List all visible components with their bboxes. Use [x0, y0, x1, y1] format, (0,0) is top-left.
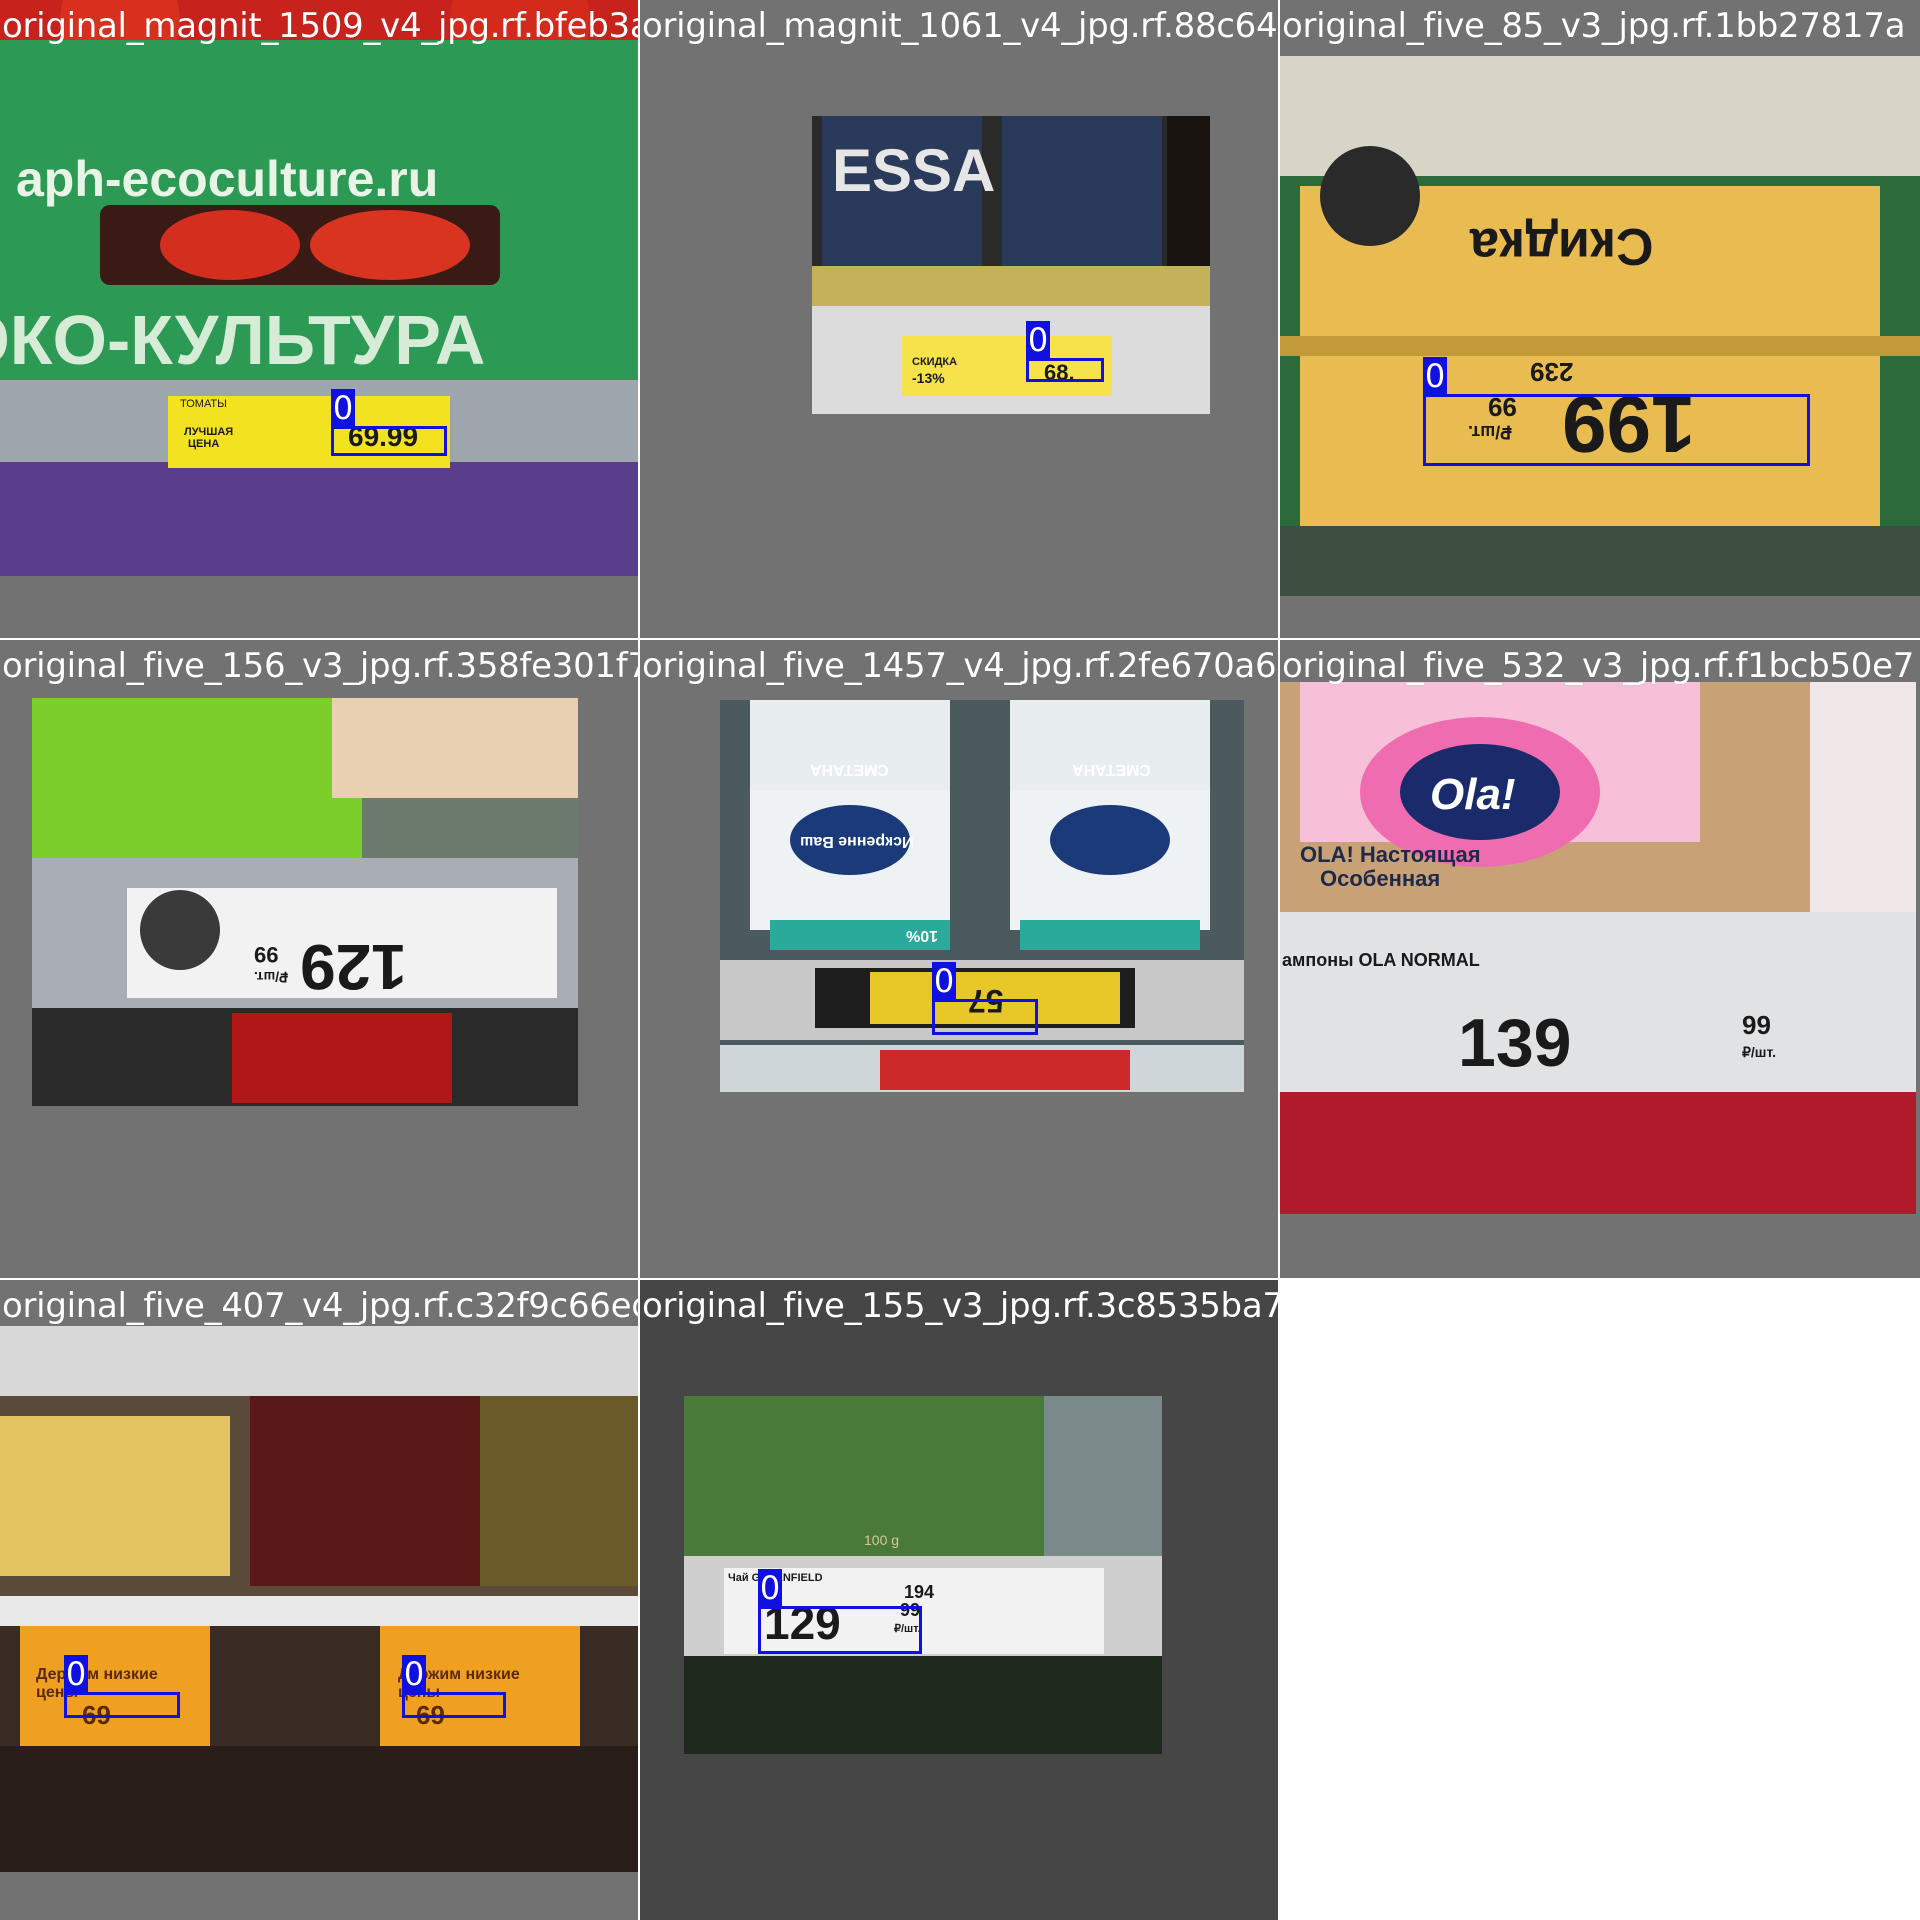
cents-text: 99 — [254, 942, 279, 967]
image-caption: original_magnit_1061_v4_jpg.rf.88c6427bc — [642, 6, 1278, 46]
class-label: 0 — [1423, 357, 1447, 395]
brand-text: aph-ecoculture.ru — [16, 151, 439, 207]
image-caption: original_five_155_v3_jpg.rf.3c8535ba7e9c — [642, 1286, 1278, 1326]
detection-box: 0 — [932, 962, 1038, 1035]
class-label: 0 — [758, 1569, 782, 1607]
price-text: 129 — [300, 931, 407, 1003]
detection-box: 0 — [1423, 357, 1810, 466]
class-label: 0 — [402, 1655, 426, 1693]
detection-box: 0 — [331, 389, 447, 456]
price-text: 139 — [1458, 1005, 1572, 1081]
photo-cheese-tag: Скидка 239 199 99 ₽/шт. — [1280, 56, 1920, 596]
class-label: 0 — [932, 962, 956, 1000]
tag-line-1: ЛУЧШАЯ — [184, 426, 234, 438]
unit-text: ₽/шт. — [254, 969, 288, 985]
product-text-a: СМЕТАНА — [810, 761, 889, 778]
image-caption: original_magnit_1509_v4_jpg.rf.bfeb3a3b — [2, 6, 638, 46]
detection-box-2: 0 — [402, 1655, 506, 1718]
tag-product-text: ТОМАТЫ — [180, 398, 227, 410]
tag-line-2: Особенная — [1320, 866, 1441, 891]
image-tile-3: Скидка 239 199 99 ₽/шт. 0 original_five_… — [1280, 0, 1920, 638]
brand-text-a: ESSA — [832, 137, 996, 204]
image-caption: original_five_407_v4_jpg.rf.c32f9c66ed9 — [2, 1286, 638, 1326]
discount-label: СКИДКА — [912, 356, 958, 368]
image-tile-2: ESSA СКИДКА -13% 68. 0 original_magnit_1… — [640, 0, 1278, 638]
image-caption: original_five_85_v3_jpg.rf.1bb27817a — [1282, 6, 1906, 46]
brand-text: Искренне Ваш — [800, 833, 914, 850]
eco-word-text: ЭКО-КУЛЬТУРА — [0, 301, 486, 379]
weight-text: 100 g — [864, 1532, 900, 1548]
photo-tomatoes: aph-ecoculture.ru ЭКО-КУЛЬТУРА ТОМАТЫ ЛУ… — [0, 0, 638, 576]
fat-text: 10% — [906, 927, 939, 944]
photo-ola-tag: Ola! OLA! Настоящая Особенная ампоны OLA… — [1280, 682, 1916, 1214]
image-tile-1: aph-ecoculture.ru ЭКО-КУЛЬТУРА ТОМАТЫ ЛУ… — [0, 0, 638, 638]
photo-tea-tag: 100 g Чай GREENFIELD 194 129 99 ₽/шт. — [684, 1396, 1162, 1754]
image-caption: original_five_156_v3_jpg.rf.358fe301f7 — [2, 646, 638, 686]
unit-text: ₽/шт. — [1742, 1044, 1776, 1060]
discount-value: -13% — [912, 370, 945, 386]
image-caption: original_five_1457_v4_jpg.rf.2fe670a6d — [642, 646, 1278, 686]
detection-box-1: 0 — [64, 1655, 180, 1718]
image-caption: original_five_532_v3_jpg.rf.f1bcb50e7 — [1282, 646, 1915, 686]
photo-lemonade-shelf: Держим низкие цены Держим низкие цены 69… — [0, 1326, 638, 1872]
cents-text: 99 — [1742, 1010, 1771, 1040]
detection-box: 0 — [1026, 321, 1104, 382]
banner-text: Скидка — [1470, 217, 1654, 275]
image-tile-6: Ola! OLA! Настоящая Особенная ампоны OLA… — [1280, 640, 1920, 1278]
image-tile-5: СМЕТАНА СМЕТАНА 10% Искренне Ваш 57 0 or… — [640, 640, 1278, 1278]
photo-snacks-tag: 99 129 ₽/шт. — [32, 698, 578, 1106]
image-tile-4: 99 129 ₽/шт. 0 original_five_156_v3_jpg.… — [0, 640, 638, 1278]
image-mosaic: aph-ecoculture.ru ЭКО-КУЛЬТУРА ТОМАТЫ ЛУ… — [0, 0, 1920, 1920]
brand-logo-text: Ola! — [1430, 770, 1516, 819]
detection-box: 0 — [758, 1569, 922, 1654]
tag-line-1: OLA! Настоящая — [1300, 842, 1481, 867]
photo-drinks: ESSA СКИДКА -13% 68. — [812, 116, 1210, 414]
product-text: ампоны OLA NORMAL — [1282, 950, 1480, 970]
class-label: 0 — [64, 1655, 88, 1693]
image-tile-7: Держим низкие цены Держим низкие цены 69… — [0, 1280, 638, 1920]
image-tile-8: 100 g Чай GREENFIELD 194 129 99 ₽/шт. 0 … — [640, 1280, 1278, 1920]
tag-line-2: ЦЕНА — [188, 438, 220, 450]
class-label: 0 — [1026, 321, 1050, 359]
class-label: 0 — [331, 389, 355, 427]
product-text-b: СМЕТАНА — [1072, 761, 1151, 778]
